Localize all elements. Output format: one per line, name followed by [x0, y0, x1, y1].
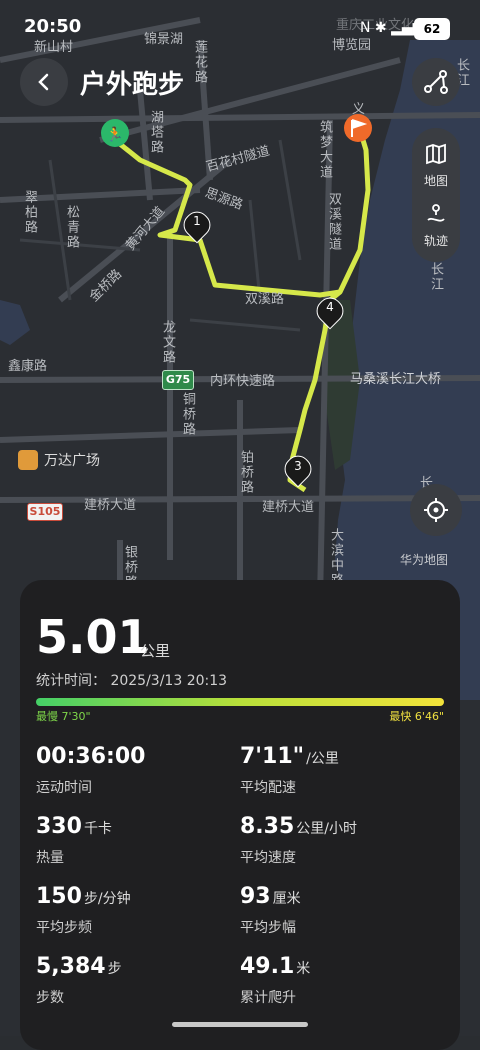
- track-button[interactable]: 轨迹: [412, 198, 460, 254]
- locate-button[interactable]: [410, 484, 462, 536]
- stat-time: 统计时间： 2025/3/13 20:13: [36, 670, 227, 690]
- metric-elevation-gain: 49.1 米 累计爬升: [240, 954, 311, 1006]
- map-label: 湖塔路: [148, 110, 163, 155]
- chevron-left-icon: [38, 73, 49, 91]
- metric-calories: 330 千卡 热量: [36, 814, 112, 866]
- km-marker-3: 3: [294, 459, 302, 473]
- metric-avg-speed: 8.35 公里/小时 平均速度: [240, 814, 357, 866]
- metric-steps: 5,384 步 步数: [36, 954, 122, 1006]
- map-credit: 华为地图: [400, 553, 449, 567]
- battery-indicator: 62: [414, 18, 450, 40]
- metric-stride: 93 厘米 平均步幅: [240, 884, 301, 936]
- finish-marker: [344, 114, 372, 142]
- metric-avg-pace: 7'11"/公里 平均配速: [240, 744, 339, 796]
- pace-fastest: 最快 6'46": [389, 710, 444, 723]
- map-label: 建桥大道: [262, 500, 315, 515]
- map-label: 马桑溪长江大桥: [350, 372, 442, 387]
- map-label: 内环快速路: [210, 374, 276, 389]
- metric-cadence: 150 步/分钟 平均步频: [36, 884, 131, 936]
- highway-shield-g75: G75: [162, 370, 194, 390]
- km-marker-1: 1: [193, 214, 201, 228]
- home-indicator[interactable]: [172, 1022, 308, 1027]
- status-bar: 20:50 N ✱ ▂▄▆ 62: [0, 0, 480, 40]
- map-label: 大滨中路: [328, 528, 343, 588]
- map-side-panel: 地图 轨迹: [412, 128, 460, 262]
- crosshair-icon: [424, 498, 448, 522]
- svg-text:🏃: 🏃: [106, 126, 123, 143]
- map-label: 鑫康路: [8, 359, 48, 374]
- shopping-icon: [18, 450, 38, 470]
- pace-gradient-bar: [36, 698, 444, 706]
- map-label: 松青路: [64, 205, 79, 250]
- poi-wanda[interactable]: 万达广场: [44, 450, 100, 470]
- map-label: 翠柏路: [22, 190, 37, 235]
- map-layer-button[interactable]: 地图: [412, 138, 460, 194]
- track-label-text: 轨迹: [423, 234, 448, 248]
- pace-slowest: 最慢 7'30": [36, 710, 91, 723]
- map-label: 龙文路: [160, 320, 175, 365]
- highway-shield-s105: S105: [27, 503, 63, 521]
- header: 户外跑步: [0, 56, 480, 112]
- map-label: 建桥大道: [84, 498, 137, 513]
- track-icon: [427, 204, 445, 222]
- map-label: 双溪隧道: [326, 192, 341, 252]
- distance-value: 5.01: [36, 610, 150, 664]
- map-label: 双溪路: [245, 292, 285, 307]
- map-label: 铜桥路: [180, 392, 195, 437]
- distance-unit: 公里: [140, 642, 171, 660]
- workout-summary-card: 5.01 公里 统计时间： 2025/3/13 20:13 最慢 7'30" 最…: [20, 580, 460, 1050]
- stat-time-label: 统计时间：: [36, 673, 106, 689]
- status-time: 20:50: [24, 16, 82, 37]
- route-share-icon: [424, 70, 448, 94]
- map-icon: [426, 143, 446, 165]
- page-title: 户外跑步: [80, 70, 185, 100]
- map-label: 筑梦大道: [317, 120, 332, 180]
- map-label: 铂桥路: [238, 450, 253, 495]
- map-label: 长江: [428, 262, 443, 292]
- back-button[interactable]: [20, 58, 68, 106]
- map-label-text: 地图: [423, 174, 448, 188]
- start-marker: 🏃: [101, 119, 129, 147]
- metric-duration: 00:36:00 运动时间: [36, 744, 146, 796]
- route-share-button[interactable]: [412, 58, 460, 106]
- km-marker-4: 4: [326, 300, 334, 314]
- stat-time-value: 2025/3/13 20:13: [110, 673, 228, 689]
